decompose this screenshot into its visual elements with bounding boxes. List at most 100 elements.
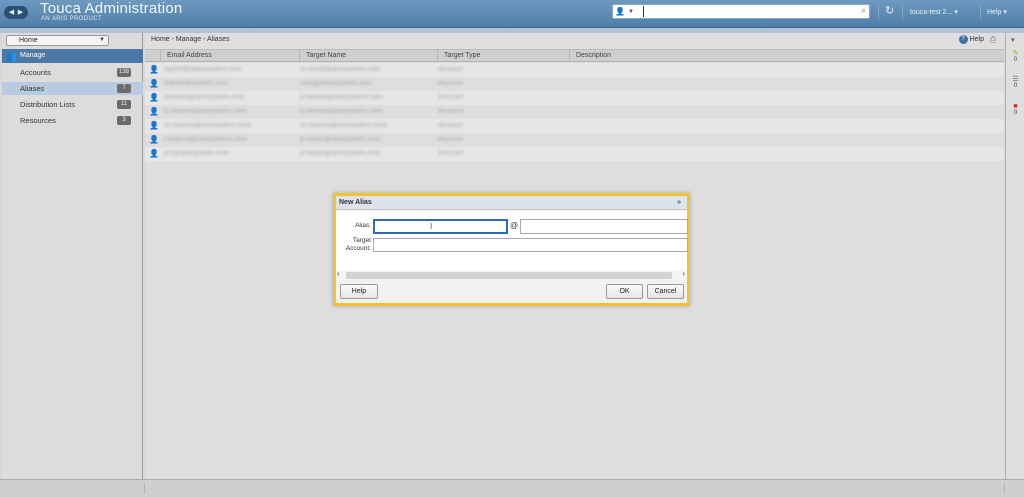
rail-alerts[interactable]: ■ 0 [1006, 103, 1024, 116]
search-input[interactable] [643, 6, 853, 17]
sidebar-item-aliases[interactable]: Aliases 7 [2, 82, 143, 95]
status-bar [0, 479, 1024, 497]
user-icon: 👤 [149, 65, 159, 74]
back-forward-nav[interactable]: ◀ ▶ [4, 6, 28, 19]
count-badge: 3 [117, 116, 131, 125]
dialog-footer: Help OK Cancel [336, 280, 687, 303]
user-icon: 👤 [149, 121, 159, 130]
header-divider [878, 5, 879, 19]
collapse-panel-icon[interactable]: ▾ [1011, 36, 1015, 44]
sidebar-item-label: Aliases [20, 84, 45, 93]
cell-type: Account [438, 108, 464, 115]
alias-label: Alias: [355, 222, 371, 229]
table-row[interactable]: 👤 m.sharma@arissystem.com m.sharma@ariss… [145, 119, 1004, 133]
home-select-value: Home [19, 37, 38, 44]
chevron-down-icon: ▼ [627, 8, 634, 15]
breadcrumb: Home - Manage - Aliases [151, 36, 230, 43]
print-icon[interactable]: ⎙ [990, 35, 996, 45]
help-icon: ? [958, 35, 968, 44]
cell-email: r.sharma@arissystem.com [164, 136, 247, 143]
rail-count: 0 [1013, 83, 1018, 89]
sidebar-item-label: Distribution Lists [20, 100, 76, 109]
cell-email: b.sharifu@arissystem.com [164, 108, 247, 115]
column-header-target-name[interactable]: Target Name [300, 50, 438, 62]
horizontal-scrollbar[interactable]: ‹ › [336, 269, 687, 280]
ok-button[interactable]: OK [606, 284, 643, 299]
help-label: Help [969, 36, 984, 43]
app-header: ◀ ▶ Touca Administration AN ARIS PRODUCT… [0, 0, 1024, 28]
user-menu[interactable]: touca-test 2... ▾ [910, 8, 958, 16]
user-search-icon: 👤 [615, 7, 625, 16]
cell-type: Account [438, 94, 464, 101]
sidebar-item-accounts[interactable]: Accounts 138 [2, 66, 143, 79]
cell-email: m.sharma@arissystem.com [164, 122, 251, 129]
cancel-button[interactable]: Cancel [647, 284, 684, 299]
table-row[interactable]: 👤 b.sharifu@arissystem.com k.kanhar@aris… [145, 105, 1004, 119]
forward-arrow-icon[interactable]: ▶ [18, 9, 23, 16]
cell-target: k.kanhar@arissystem.com [300, 94, 383, 101]
home-select[interactable]: Home ▼ [6, 35, 109, 46]
cell-type: Account [438, 150, 464, 157]
help-button[interactable]: ? Help [958, 35, 984, 44]
rail-notifications[interactable]: ✎ 0 [1006, 49, 1024, 63]
sidebar-item-distribution-lists[interactable]: Distribution Lists 11 [2, 98, 143, 111]
global-search: 👤 ▼ ⌕ [612, 4, 870, 19]
cell-target: p.kayan@arissystem.com [300, 150, 381, 157]
cell-email: bgohil@aliassystem.com [164, 66, 242, 73]
cell-type: Account [438, 122, 464, 129]
target-account-input[interactable] [373, 238, 688, 252]
chevron-down-icon: ▼ [99, 37, 105, 43]
user-icon: 👤 [149, 149, 159, 158]
sidebar: Home ▼ 👥 Manage Accounts 138 Aliases 7 D… [2, 33, 143, 479]
text-cursor-icon: I [430, 222, 433, 231]
status-icon: ■ [1013, 103, 1018, 110]
app-subtitle: AN ARIS PRODUCT [41, 16, 103, 22]
column-header-target-type[interactable]: Target Type [438, 50, 570, 62]
cell-type: Account [438, 80, 464, 87]
table-row[interactable]: 👤 bgohil@aliassystem.com m.suruti@arissy… [145, 63, 1004, 77]
table-row[interactable]: 👤 hdemkalinskem.com muagolarissystem.com… [145, 77, 1004, 91]
chevron-down-icon: ▾ [954, 9, 958, 16]
sidebar-item-resources[interactable]: Resources 3 [2, 114, 143, 127]
table-row[interactable]: 👤 bzshefu@arissystem.com k.kanhar@arissy… [145, 91, 1004, 105]
rail-count: 0 [1013, 57, 1018, 63]
rail-tasks[interactable]: ☰ 0 [1006, 75, 1024, 89]
user-icon: 👤 [149, 107, 159, 116]
table-header: Email Address Target Name Target Type De… [145, 49, 1004, 62]
header-help-menu[interactable]: Help ▾ [987, 8, 1007, 16]
header-divider [902, 5, 903, 19]
help-button[interactable]: Help [340, 284, 378, 299]
sidebar-item-label: Resources [20, 116, 56, 125]
scroll-left-icon[interactable]: ‹ [337, 269, 340, 278]
dialog-title: New Alias [339, 199, 372, 206]
header-divider [980, 5, 981, 19]
scrollbar-thumb[interactable] [346, 272, 672, 279]
table-row[interactable]: 👤 r.sharma@arissystem.com p.kayan@arissy… [145, 133, 1004, 147]
column-header-email[interactable]: Email Address [161, 50, 300, 62]
target-label-line2: Account: [345, 245, 371, 252]
count-badge: 138 [116, 68, 131, 77]
sidebar-section-label: Manage [20, 52, 46, 59]
search-icon[interactable]: ⌕ [861, 5, 866, 16]
domain-input[interactable] [520, 219, 688, 234]
cell-target: m.sharma@arissystem.com [300, 122, 387, 129]
back-arrow-icon[interactable]: ◀ [9, 9, 14, 16]
column-header-icon [145, 50, 161, 62]
new-alias-dialog: New Alias » Alias: I @ Target Account: ‹… [333, 193, 690, 306]
users-icon: 👥 [6, 51, 18, 61]
count-badge: 7 [117, 84, 131, 93]
sidebar-section-manage[interactable]: 👥 Manage [2, 49, 143, 63]
scroll-right-icon[interactable]: › [682, 269, 685, 278]
alias-input[interactable] [373, 219, 508, 234]
right-rail: ▾ ✎ 0 ☰ 0 ■ 0 [1005, 33, 1024, 479]
cell-target: m.suruti@arissystem.com [300, 66, 381, 73]
table-row[interactable]: 👤 p.k@arissystem.com p.kayan@arissystem.… [145, 147, 1004, 161]
column-header-description[interactable]: Description [570, 50, 1004, 62]
search-type-dropdown[interactable]: 👤 ▼ [615, 6, 643, 17]
header-help-label: Help [987, 9, 1002, 16]
cell-target: muagolarissystem.com [300, 80, 372, 87]
expand-icon[interactable]: » [677, 196, 681, 210]
cell-target: p.kayan@arissystem.com [300, 136, 381, 143]
refresh-icon[interactable]: ↻ [885, 4, 894, 17]
cell-type: Account [438, 66, 464, 73]
